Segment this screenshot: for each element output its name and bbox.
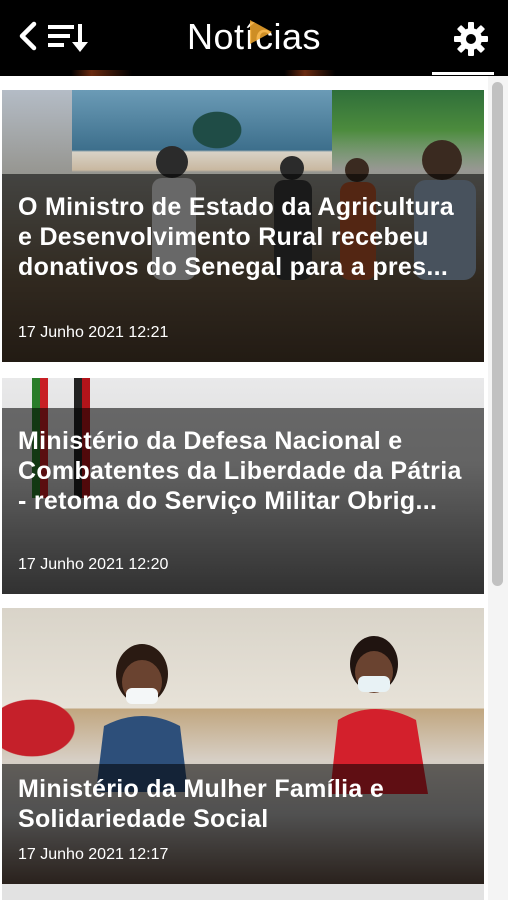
news-card-partial[interactable]	[2, 884, 484, 900]
news-card-date: 17 Junho 2021 12:17	[18, 846, 169, 863]
news-card-headline[interactable]: Ministério da Mulher Família e Solidarie…	[18, 774, 470, 834]
gear-icon[interactable]	[452, 20, 490, 58]
news-card[interactable]: Ministério da Defesa Nacional e Combaten…	[2, 378, 484, 594]
news-card-headline[interactable]: Ministério da Defesa Nacional e Combaten…	[18, 426, 470, 516]
news-play-icon	[250, 20, 272, 44]
news-card[interactable]: Ministério da Mulher Família e Solidarie…	[2, 608, 484, 884]
app-header: Notícias	[0, 0, 508, 76]
news-card-date: 17 Junho 2021 12:20	[18, 556, 169, 573]
news-card[interactable]: O Ministro de Estado da Agricultura e De…	[2, 90, 484, 362]
scrollbar-thumb[interactable]	[492, 82, 503, 586]
news-card-headline[interactable]: O Ministro de Estado da Agricultura e De…	[18, 192, 470, 282]
news-card-date: 17 Junho 2021 12:21	[18, 324, 169, 341]
news-feed[interactable]: O Ministro de Estado da Agricultura e De…	[0, 76, 508, 900]
active-tab-indicator	[432, 72, 494, 75]
